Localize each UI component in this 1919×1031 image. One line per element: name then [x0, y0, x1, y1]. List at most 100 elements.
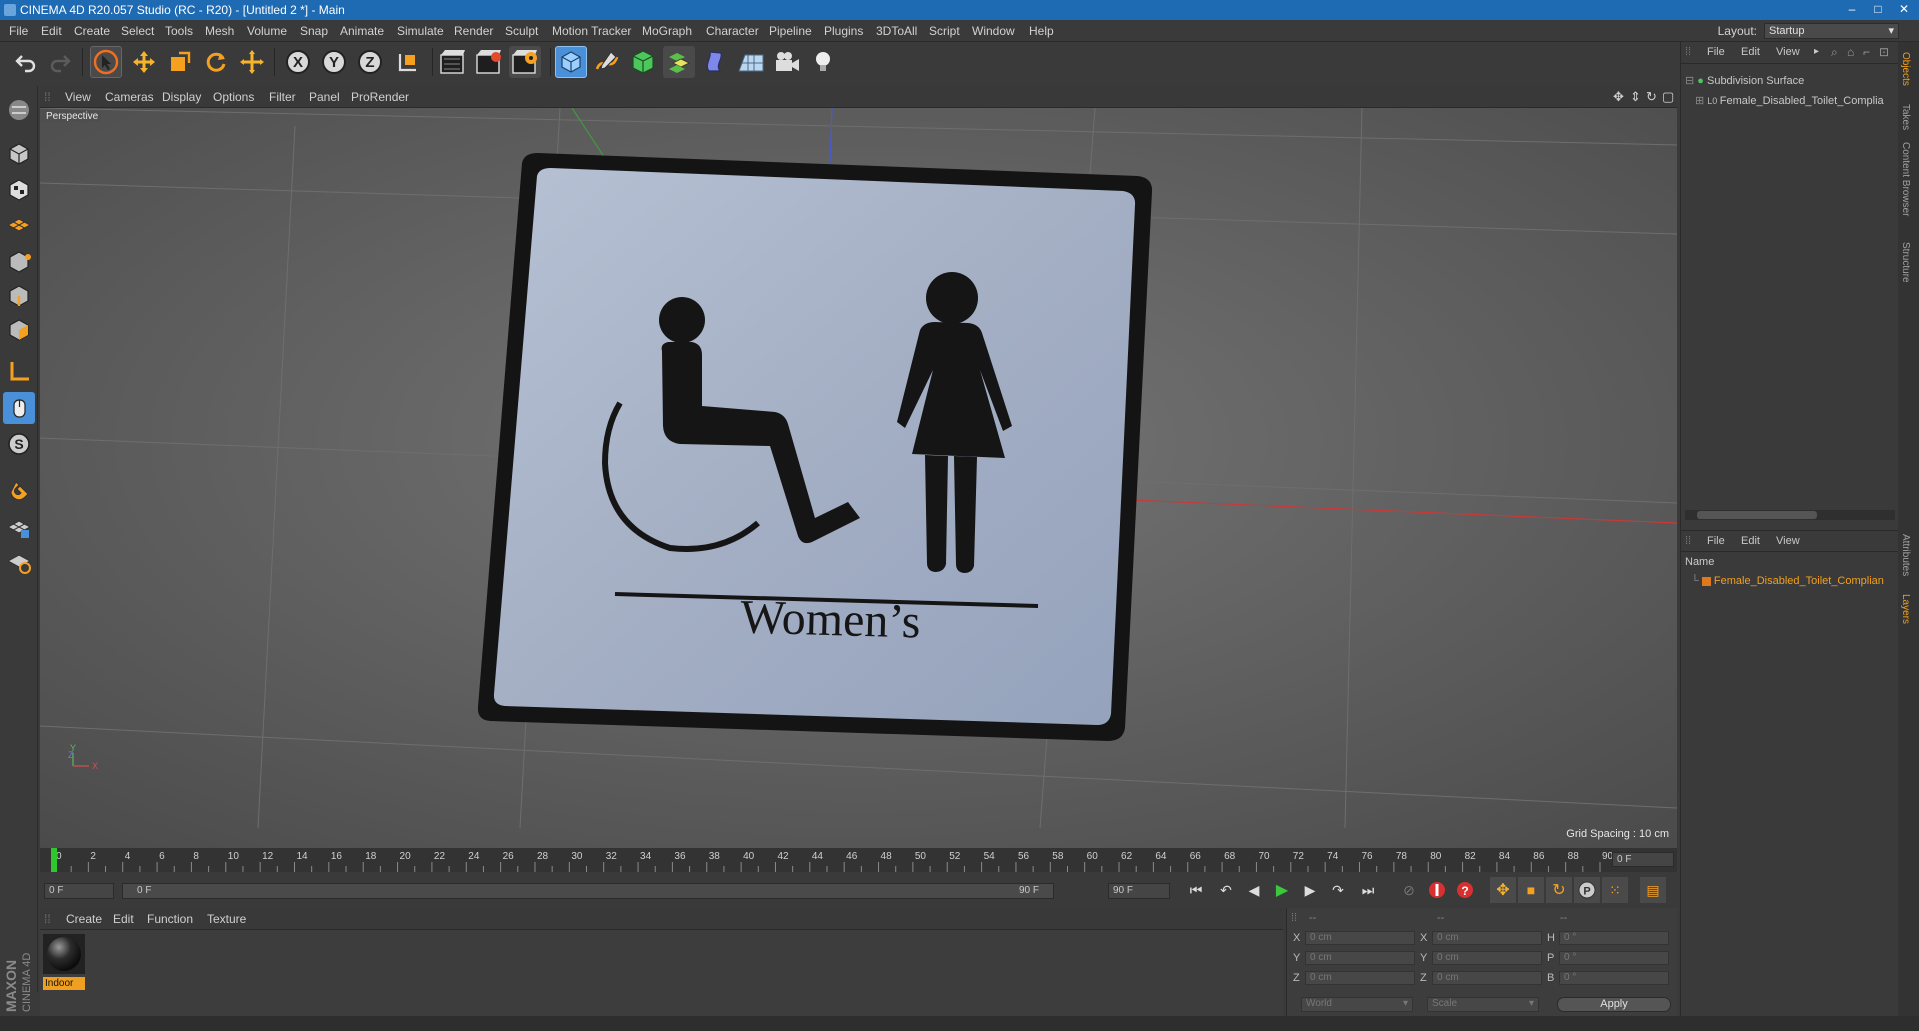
pos-x-field[interactable]: 0 cm — [1305, 931, 1415, 945]
rot-p-field[interactable]: 0 ° — [1559, 951, 1669, 965]
viewport-rotate-icon[interactable]: ↻ — [1646, 86, 1657, 108]
size-x-field[interactable]: 0 cm — [1432, 931, 1542, 945]
scrollbar-thumb[interactable] — [1697, 511, 1817, 519]
material-swatch[interactable]: Indoor — [43, 934, 85, 990]
key-parameter-button[interactable]: P — [1574, 877, 1600, 903]
arrow-right-icon[interactable]: ▸ — [1814, 46, 1819, 57]
polygons-mode-button[interactable] — [3, 314, 35, 346]
tab-takes[interactable]: Takes — [1900, 104, 1911, 130]
layer-row[interactable]: └ Female_Disabled_Toilet_Complian — [1691, 572, 1884, 590]
menu-mograph[interactable]: MoGraph — [642, 20, 692, 42]
render-view-button[interactable] — [437, 46, 469, 78]
menu-snap[interactable]: Snap — [300, 20, 328, 42]
x-axis-lock-button[interactable]: X — [282, 46, 314, 78]
menu-3dtoall[interactable]: 3DToAll — [876, 20, 917, 42]
objects-menu-file[interactable]: File — [1707, 46, 1725, 58]
material-menu-function[interactable]: Function — [147, 908, 193, 930]
menu-animate[interactable]: Animate — [340, 20, 384, 42]
rot-b-field[interactable]: 0 ° — [1559, 971, 1669, 985]
undo-button[interactable] — [10, 46, 42, 78]
menu-edit[interactable]: Edit — [41, 20, 62, 42]
material-menu-create[interactable]: Create — [66, 908, 102, 930]
tweak-mode-button[interactable] — [3, 392, 35, 424]
maximize-button[interactable]: □ — [1867, 2, 1889, 17]
start-frame-field[interactable]: 0 F — [44, 883, 114, 899]
minimize-button[interactable]: – — [1841, 2, 1863, 17]
camera-button[interactable] — [771, 46, 803, 78]
go-to-end-button[interactable]: ⏭ — [1354, 877, 1382, 903]
menu-tools[interactable]: Tools — [165, 20, 193, 42]
object-row-subdivision-surface[interactable]: ⊟ ● Subdivision Surface — [1685, 72, 1804, 90]
go-to-start-button[interactable]: ⏮ — [1182, 877, 1210, 903]
tab-attributes[interactable]: Attributes — [1900, 534, 1911, 576]
objects-menu-edit[interactable]: Edit — [1741, 46, 1760, 58]
apply-button[interactable]: Apply — [1557, 997, 1671, 1012]
y-axis-lock-button[interactable]: Y — [318, 46, 350, 78]
pos-y-field[interactable]: 0 cm — [1305, 951, 1415, 965]
workplane-mode-button[interactable] — [3, 208, 35, 240]
viewport-maximize-icon[interactable]: ▢ — [1662, 86, 1674, 108]
previous-frame-button[interactable]: ◀ — [1240, 877, 1268, 903]
search-icon[interactable]: ⌕ — [1831, 45, 1838, 60]
menu-create[interactable]: Create — [74, 20, 110, 42]
render-to-picture-viewer-button[interactable] — [473, 46, 505, 78]
next-key-button[interactable]: ↷ — [1324, 877, 1352, 903]
3d-viewport[interactable]: Women’s Y Z X Perspective Grid Spacing :… — [40, 108, 1677, 848]
viewport-move-icon[interactable]: ✥ — [1613, 86, 1624, 108]
rot-h-field[interactable]: 0 ° — [1559, 931, 1669, 945]
close-button[interactable]: ✕ — [1893, 2, 1915, 17]
light-button[interactable] — [807, 46, 839, 78]
menu-file[interactable]: File — [9, 20, 28, 42]
array-button[interactable] — [663, 46, 695, 78]
z-axis-lock-button[interactable]: Z — [354, 46, 386, 78]
record-active-objects-button[interactable]: ⊘ — [1396, 877, 1422, 903]
points-mode-button[interactable] — [3, 246, 35, 278]
size-y-field[interactable]: 0 cm — [1432, 951, 1542, 965]
menu-mesh[interactable]: Mesh — [205, 20, 234, 42]
size-z-field[interactable]: 0 cm — [1432, 971, 1542, 985]
layers-menu-file[interactable]: File — [1707, 535, 1725, 547]
solo-mode-button[interactable]: S — [3, 428, 35, 460]
playhead[interactable] — [51, 848, 57, 872]
coordinate-space-dropdown[interactable]: World ▾ — [1301, 997, 1413, 1012]
timeline-ruler[interactable]: 0 2 4 6 8 10 12 14 16 18 20 22 24 26 28 30 32 34 36 38 40 42 4… — [40, 848, 1677, 872]
layers-menu-edit[interactable]: Edit — [1741, 535, 1760, 547]
menu-simulate[interactable]: Simulate — [397, 20, 444, 42]
render-settings-button[interactable] — [509, 46, 541, 78]
home-icon[interactable]: ⌂ — [1847, 45, 1854, 59]
autokeying-button[interactable] — [1424, 877, 1450, 903]
viewport-menu-display[interactable]: Display — [162, 86, 201, 108]
menu-pipeline[interactable]: Pipeline — [769, 20, 812, 42]
make-editable-button[interactable] — [3, 94, 35, 126]
menu-sculpt[interactable]: Sculpt — [505, 20, 538, 42]
menu-help[interactable]: Help — [1029, 20, 1054, 42]
transform-tool-button[interactable] — [236, 46, 268, 78]
pen-spline-button[interactable] — [591, 46, 623, 78]
key-scale-button[interactable]: ■ — [1518, 877, 1544, 903]
texture-mode-button[interactable] — [3, 174, 35, 206]
end-frame-field[interactable]: 90 F — [1108, 883, 1170, 899]
viewport-zoom-icon[interactable]: ⇕ — [1630, 86, 1641, 108]
viewport-menu-options[interactable]: Options — [213, 86, 254, 108]
planar-workplane-button[interactable] — [3, 546, 35, 578]
next-frame-button[interactable]: ▶ — [1296, 877, 1324, 903]
snapping-button[interactable] — [3, 472, 35, 504]
bookmark-icon[interactable]: ⌐ — [1863, 45, 1870, 59]
previous-key-button[interactable]: ↶ — [1212, 877, 1240, 903]
move-tool-button[interactable] — [128, 46, 160, 78]
viewport-menu-cameras[interactable]: Cameras — [105, 86, 154, 108]
keyframe-selection-button[interactable]: ? — [1452, 877, 1478, 903]
layers-menu-view[interactable]: View — [1776, 535, 1800, 547]
viewport-menu-filter[interactable]: Filter — [269, 86, 296, 108]
axis-mode-button[interactable] — [3, 356, 35, 388]
viewport-menu-prorender[interactable]: ProRender — [351, 86, 409, 108]
layout-dropdown[interactable]: Startup ▾ — [1764, 23, 1899, 39]
edges-mode-button[interactable] — [3, 280, 35, 312]
scale-tool-button[interactable] — [164, 46, 196, 78]
menu-script[interactable]: Script — [929, 20, 960, 42]
key-position-button[interactable]: ✥ — [1490, 877, 1516, 903]
deformer-button[interactable] — [699, 46, 731, 78]
key-rotation-button[interactable]: ↻ — [1546, 877, 1572, 903]
model-mode-button[interactable] — [3, 138, 35, 170]
new-window-icon[interactable]: ⊡ — [1879, 45, 1889, 59]
